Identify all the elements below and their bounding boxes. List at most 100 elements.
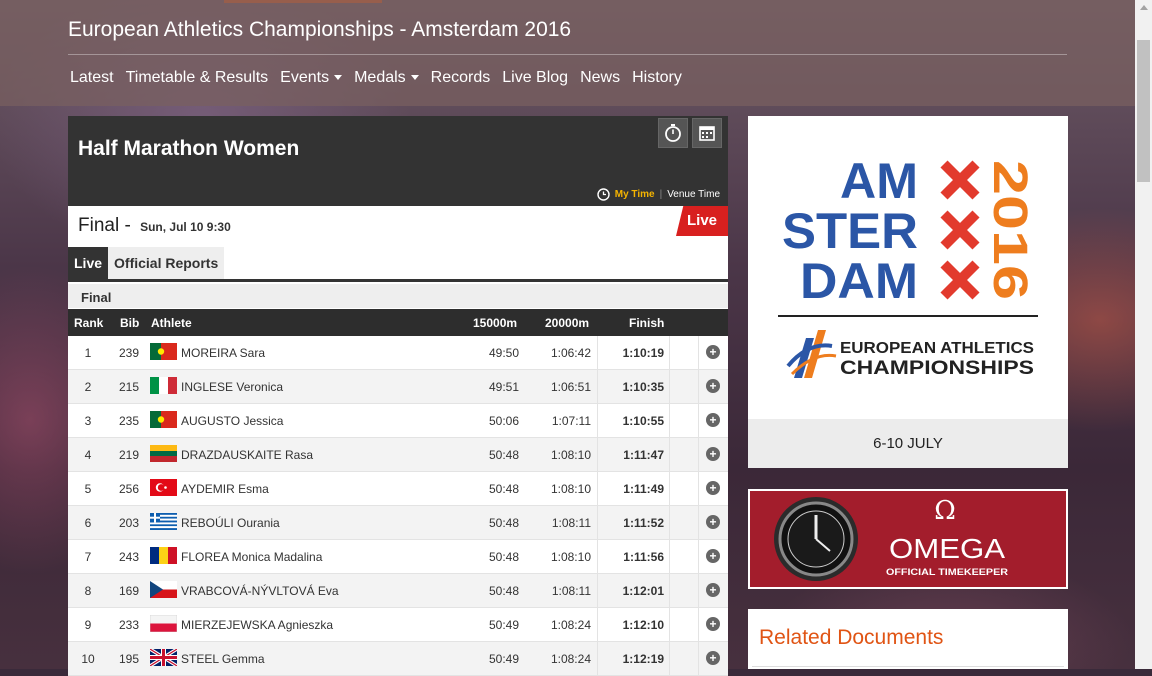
nav-item-history[interactable]: History <box>632 68 682 88</box>
cell-split-20000m: 1:08:10 <box>550 550 591 564</box>
cell-athlete-name[interactable]: AUGUSTO Jessica <box>181 414 283 428</box>
column-header-finish[interactable]: Finish <box>629 316 664 330</box>
main-nav: Latest Timetable & Results Events Medals Rec… <box>70 68 694 88</box>
cell-split-15000m: 50:49 <box>488 618 519 632</box>
expand-plus-icon[interactable]: + <box>706 549 720 563</box>
nav-item-latest[interactable]: Latest <box>70 68 114 88</box>
column-header-athlete[interactable]: Athlete <box>151 316 192 330</box>
cell-athlete-name[interactable]: REBOÚLI Ourania <box>181 516 280 530</box>
cell-split-20000m: 1:06:51 <box>550 380 591 394</box>
cell-finish-time: 1:12:10 <box>622 618 664 632</box>
nav-item-records[interactable]: Records <box>431 68 491 88</box>
column-header-15000m[interactable]: 15000m <box>473 316 517 330</box>
cell-athlete-name[interactable]: DRAZDAUSKAITE Rasa <box>181 448 313 462</box>
flag-icon-rou <box>150 547 177 564</box>
cell-bib: 215 <box>118 380 140 394</box>
cell-split-20000m: 1:06:42 <box>550 346 591 360</box>
column-divider <box>698 472 699 505</box>
column-divider <box>669 404 670 437</box>
table-row[interactable]: 3 235 AUGUSTO Jessica 50:06 1:07:11 1:10:55 + <box>68 404 728 438</box>
table-row[interactable]: 6 203 REBOÚLI Ourania 50:48 1:08:11 1:11:52 + <box>68 506 728 540</box>
my-time-option[interactable]: My Time <box>615 189 655 200</box>
table-row[interactable]: 5 256 AYDEMIR Esma 50:48 1:08:10 1:11:49 + <box>68 472 728 506</box>
expand-plus-icon[interactable]: + <box>706 413 720 427</box>
omega-sponsor-banner[interactable]: Ω OMEGA OFFICIAL TIMEKEEPER <box>748 489 1068 589</box>
cell-rank: 7 <box>84 550 92 564</box>
expand-plus-icon[interactable]: + <box>706 617 720 631</box>
venue-time-option[interactable]: Venue Time <box>667 189 720 200</box>
cell-rank: 10 <box>81 652 95 666</box>
nav-item-news[interactable]: News <box>580 68 620 88</box>
cell-bib: 203 <box>118 516 140 530</box>
column-divider <box>669 336 670 369</box>
table-row[interactable]: 8 169 VRABCOVÁ-NÝVLTOVÁ Eva 50:48 1:08:11 1:1… <box>68 574 728 608</box>
nav-item-label: Latest <box>70 69 114 86</box>
table-row[interactable]: 1 239 MOREIRA Sara 49:50 1:06:42 1:10:19 + <box>68 336 728 370</box>
related-documents-title: Related Documents <box>759 626 944 649</box>
cell-athlete-name[interactable]: MIERZEJEWSKA Agnieszka <box>181 618 333 632</box>
logo-line-am: AM <box>840 153 918 209</box>
tab-official-reports[interactable]: Official Reports <box>108 247 225 280</box>
scrollbar-thumb[interactable] <box>1137 40 1150 182</box>
scrollbar[interactable] <box>1135 0 1152 669</box>
cell-finish-time: 1:10:19 <box>622 346 664 360</box>
table-row[interactable]: 7 243 FLOREA Monica Madalina 50:48 1:08:10 1:… <box>68 540 728 574</box>
cell-rank: 6 <box>84 516 92 530</box>
round-date: Sun, Jul 10 9:30 <box>140 220 231 234</box>
cell-athlete-name[interactable]: VRABCOVÁ-NÝVLTOVÁ Eva <box>181 584 339 598</box>
cell-split-20000m: 1:08:11 <box>551 584 591 598</box>
column-header-bib[interactable]: Bib <box>120 316 139 330</box>
cell-athlete-name[interactable]: STEEL Gemma <box>181 652 265 666</box>
site-header: European Athletics Championships - Amste… <box>0 0 1135 106</box>
column-divider <box>669 506 670 539</box>
expand-plus-icon[interactable]: + <box>706 583 720 597</box>
cell-athlete-name[interactable]: AYDEMIR Esma <box>181 482 269 496</box>
column-header-rank[interactable]: Rank <box>74 316 103 330</box>
expand-plus-icon[interactable]: + <box>706 345 720 359</box>
cell-athlete-name[interactable]: INGLESE Veronica <box>181 380 283 394</box>
cell-finish-time: 1:10:55 <box>622 414 664 428</box>
nav-item-events[interactable]: Events <box>280 68 343 88</box>
table-row[interactable]: 4 219 DRAZDAUSKAITE Rasa 50:48 1:08:10 1:11:4… <box>68 438 728 472</box>
tab-live[interactable]: Live <box>68 247 109 280</box>
cell-athlete-name[interactable]: MOREIRA Sara <box>181 346 265 360</box>
clock-icon <box>597 188 610 201</box>
nav-item-medals[interactable]: Medals <box>354 68 419 88</box>
site-title[interactable]: European Athletics Championships - Amste… <box>68 18 571 42</box>
scroll-up-arrow-icon[interactable] <box>1140 5 1148 10</box>
table-row[interactable]: 9 233 MIERZEJEWSKA Agnieszka 50:49 1:08:24 1:… <box>68 608 728 642</box>
cell-bib: 233 <box>118 618 140 632</box>
expand-plus-icon[interactable]: + <box>706 379 720 393</box>
cell-split-15000m: 50:48 <box>488 482 519 496</box>
table-row[interactable]: 10 195 STEEL Gemma 50:49 1:08:24 1:12:19 + <box>68 642 728 676</box>
expand-plus-icon[interactable]: + <box>706 481 720 495</box>
cell-athlete-name[interactable]: FLOREA Monica Madalina <box>181 550 322 564</box>
tabs-divider <box>68 279 728 282</box>
table-header: Rank Bib Athlete 15000m 20000m Finish <box>68 309 728 336</box>
stopwatch-icon <box>665 124 681 142</box>
column-divider <box>698 574 699 607</box>
expand-plus-icon[interactable]: + <box>706 447 720 461</box>
column-divider <box>669 608 670 641</box>
cell-split-15000m: 50:48 <box>488 584 519 598</box>
column-header-20000m[interactable]: 20000m <box>545 316 589 330</box>
expand-plus-icon[interactable]: + <box>706 651 720 665</box>
cell-split-20000m: 1:08:10 <box>550 448 591 462</box>
logo-line-dam: DAM <box>800 253 918 309</box>
expand-plus-icon[interactable]: + <box>706 515 720 529</box>
cell-bib: 243 <box>118 550 140 564</box>
cell-split-20000m: 1:08:11 <box>551 516 591 530</box>
european-athletics-mark-icon <box>786 330 837 378</box>
stopwatch-button[interactable] <box>658 118 688 148</box>
cell-rank: 1 <box>84 346 92 360</box>
cell-finish-time: 1:11:49 <box>623 482 664 496</box>
table-row[interactable]: 2 215 INGLESE Veronica 49:51 1:06:51 1:10:35 + <box>68 370 728 404</box>
nav-item-timetable-results[interactable]: Timetable & Results <box>126 68 269 88</box>
nav-item-live-blog[interactable]: Live Blog <box>502 68 568 88</box>
column-divider <box>669 438 670 471</box>
calendar-button[interactable] <box>692 118 722 148</box>
cell-bib: 235 <box>118 414 140 428</box>
related-documents-divider <box>752 666 1064 667</box>
cell-rank: 9 <box>84 618 92 632</box>
championship-logo-card[interactable]: AM STER DAM 2016 EUROPEAN ATHLETICS CHAM… <box>748 116 1068 468</box>
